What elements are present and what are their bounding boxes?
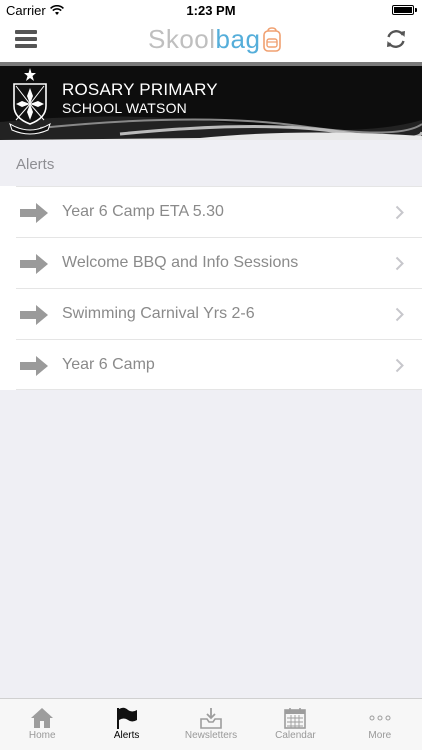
tab-label: Newsletters xyxy=(184,730,238,741)
tab-bar: Home Alerts Newsletters Calendar More xyxy=(0,698,422,750)
school-name-line2: SCHOOL WATSON xyxy=(62,100,187,116)
chevron-right-icon xyxy=(395,358,404,373)
arrow-right-icon xyxy=(20,305,48,325)
inbox-icon xyxy=(200,708,222,729)
alert-title: Welcome BBQ and Info Sessions xyxy=(62,254,299,271)
calendar-icon xyxy=(284,708,307,729)
status-bar: Carrier 1:23 PM xyxy=(0,0,422,20)
tab-newsletters[interactable]: Newsletters xyxy=(169,699,253,750)
hamburger-menu-icon[interactable] xyxy=(15,28,37,50)
chevron-right-icon xyxy=(395,307,404,322)
refresh-icon[interactable] xyxy=(384,27,408,51)
more-dots-icon xyxy=(369,715,391,721)
tab-label: Alerts xyxy=(113,730,140,741)
alert-list-item[interactable]: Welcome BBQ and Info Sessions xyxy=(16,237,422,288)
tab-label: Calendar xyxy=(275,730,316,741)
flag-icon xyxy=(116,707,137,729)
tab-home[interactable]: Home xyxy=(0,699,84,750)
skoolbag-logo: Skool bag xyxy=(148,24,282,55)
alert-list-item[interactable]: Swimming Carnival Yrs 2-6 xyxy=(16,288,422,339)
tab-alerts[interactable]: Alerts xyxy=(84,699,168,750)
alerts-list: Year 6 Camp ETA 5.30 Welcome BBQ and Inf… xyxy=(0,186,422,390)
arrow-right-icon xyxy=(20,356,48,376)
navigation-bar: Skool bag xyxy=(0,20,422,62)
school-crest-icon xyxy=(9,68,51,135)
logo-text-bag: bag xyxy=(215,24,261,54)
school-name-line1: ROSARY PRIMARY xyxy=(62,80,218,99)
alert-title: Swimming Carnival Yrs 2-6 xyxy=(62,305,255,322)
arrow-right-icon xyxy=(20,203,48,223)
alert-list-item[interactable]: Year 6 Camp ETA 5.30 xyxy=(16,186,422,237)
alert-list-item[interactable]: Year 6 Camp xyxy=(16,339,422,390)
chevron-right-icon xyxy=(395,256,404,271)
home-icon xyxy=(31,708,54,728)
backpack-icon xyxy=(263,26,282,52)
section-title: Alerts xyxy=(16,156,55,173)
tab-calendar[interactable]: Calendar xyxy=(253,699,337,750)
logo-text-skool: Skool xyxy=(148,24,216,54)
arrow-right-icon xyxy=(20,254,48,274)
chevron-right-icon xyxy=(395,205,404,220)
battery-icon xyxy=(392,5,417,15)
tab-label: More xyxy=(368,730,392,741)
alert-title: Year 6 Camp ETA 5.30 xyxy=(62,203,224,220)
status-time: 1:23 PM xyxy=(186,3,236,18)
app-screen: Carrier 1:23 PM Skool bag ROSARY PRIMARY… xyxy=(0,0,422,750)
tab-more[interactable]: More xyxy=(338,699,422,750)
school-name: ROSARY PRIMARY SCHOOL WATSON xyxy=(62,80,218,118)
alert-title: Year 6 Camp xyxy=(62,356,155,373)
tab-label: Home xyxy=(28,730,56,741)
school-banner: ROSARY PRIMARY SCHOOL WATSON xyxy=(0,62,422,140)
